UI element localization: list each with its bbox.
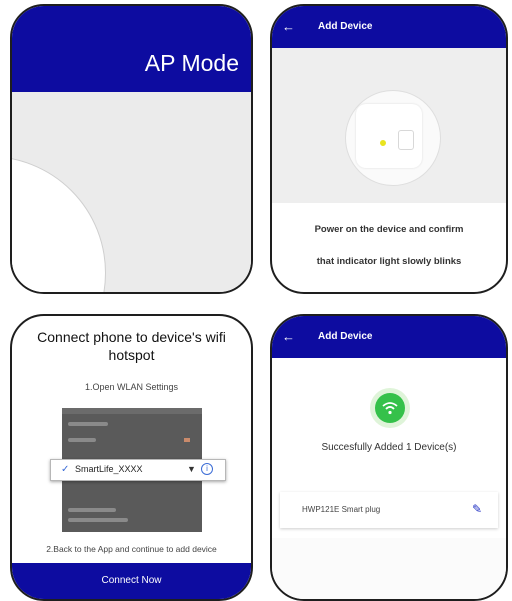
wifi-network-item[interactable]: ✓ SmartLife_XXXX ▼ i [50,459,226,481]
step-1-label: 1.Open WLAN Settings [84,382,179,392]
app-bar-title: Add Device [318,21,373,32]
screenshot-row [68,518,128,522]
app-bar: ← Add Device [272,6,506,48]
info-icon[interactable]: i [201,463,213,475]
wifi-icon [375,393,405,423]
device-name: HWP121E Smart plug [302,505,381,514]
wifi-signal-icon: ▼ [187,464,196,474]
add-device-success-screen: ← Add Device Succesfully Added 1 Device(… [270,314,508,601]
connect-now-button[interactable]: Connect Now [12,563,251,599]
device-card[interactable]: HWP121E Smart plug ✎ [280,492,498,528]
add-device-power-screen: ← Add Device Power on the device and con… [270,4,508,294]
ap-mode-screen: AP Mode [10,4,253,294]
indicator-light [380,140,386,146]
screen-title: Connect phone to device's wifi hotspot [37,329,226,363]
device-illustration [272,48,506,203]
wifi-network-name: SmartLife_XXXX [75,464,143,474]
connect-hotspot-screen: Connect phone to device's wifi hotspot 1… [10,314,253,601]
ap-mode-header: AP Mode [12,6,251,92]
screenshot-toggle [184,438,190,442]
ap-mode-title: AP Mode [144,50,239,76]
step-2-label: 2.Back to the App and continue to add de… [46,544,217,554]
instruction-line-1: Power on the device and confirm [314,224,464,235]
screenshot-row [68,422,108,426]
back-arrow-icon[interactable]: ← [282,19,295,34]
screenshot-status-bar [62,408,202,414]
check-icon: ✓ [61,464,70,475]
plug-button [398,130,414,150]
instruction-line-2: that indicator light slowly blinks [316,256,462,267]
back-arrow-icon[interactable]: ← [282,329,295,344]
edit-pencil-icon[interactable]: ✎ [472,502,482,516]
app-bar-title: Add Device [318,331,373,342]
app-bar: ← Add Device [272,316,506,358]
success-icon [370,388,410,428]
success-message: Succesfully Added 1 Device(s) [321,442,457,453]
screenshot-row [68,438,96,442]
empty-area [272,538,506,599]
screenshot-row [68,508,116,512]
